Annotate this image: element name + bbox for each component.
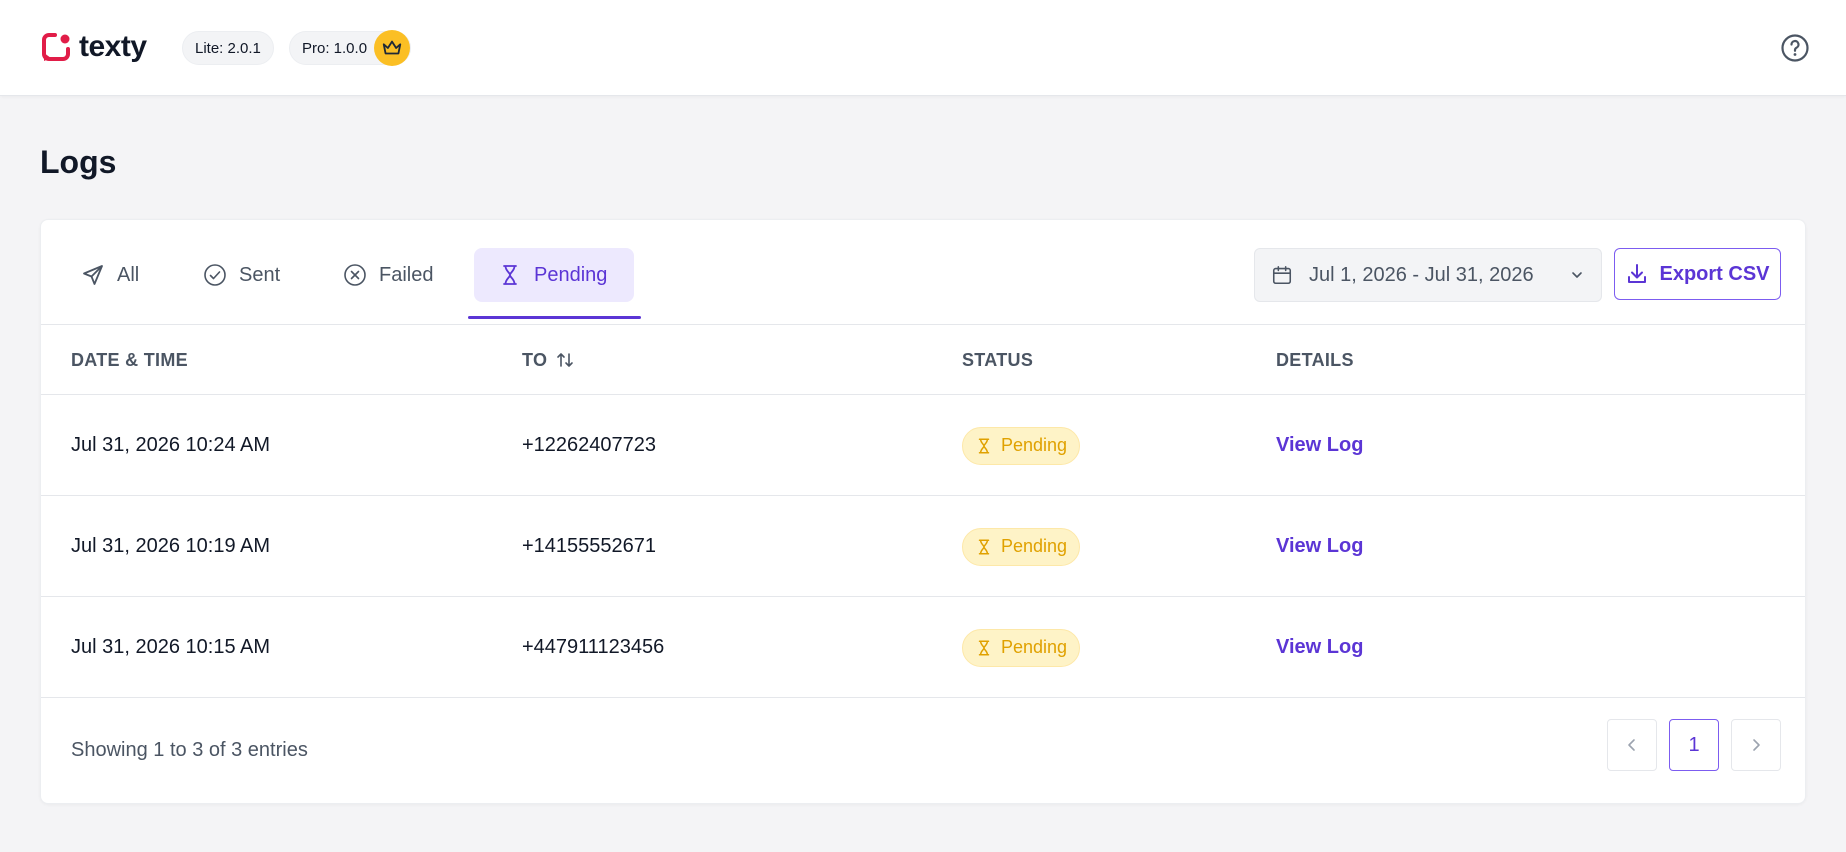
chevron-right-icon xyxy=(1753,739,1760,751)
tab-sent-label: Sent xyxy=(239,263,281,286)
tab-pending-label: Pending xyxy=(534,263,608,286)
pagination-page-button[interactable]: 1 xyxy=(1669,719,1719,771)
table-row: Jul 31, 2026 10:24 AM +12262407723 Pendi… xyxy=(41,395,1805,496)
table-header: DATE & TIME TO STATUS DETAILS xyxy=(41,325,1805,395)
view-log-link[interactable]: View Log xyxy=(1276,535,1363,558)
column-header-to-label: TO xyxy=(522,349,548,370)
pagination-prev-button[interactable] xyxy=(1607,719,1657,771)
column-header-status: STATUS xyxy=(962,325,1033,395)
pagination-next-button[interactable] xyxy=(1731,719,1781,771)
tab-sent[interactable]: Sent xyxy=(203,248,280,302)
status-badge-label: Pending xyxy=(1001,637,1068,657)
row-date: Jul 31, 2026 10:15 AM xyxy=(71,636,271,658)
hourglass-icon xyxy=(978,438,990,453)
active-tab-indicator xyxy=(468,316,641,319)
pagination-summary: Showing 1 to 3 of 3 entries xyxy=(71,738,308,761)
hourglass-icon xyxy=(503,265,517,285)
row-details: View Log xyxy=(1276,597,1363,698)
row-date: Jul 31, 2026 10:19 AM xyxy=(71,535,271,557)
row-recipient: +14155552671 xyxy=(522,535,657,557)
row-details: View Log xyxy=(1276,395,1363,496)
x-circle-icon xyxy=(344,264,366,286)
logs-toolbar: All Sent Failed Pending Jul 1, 2026 - Ju… xyxy=(41,220,1805,325)
tab-all[interactable]: All xyxy=(81,248,139,302)
view-log-link[interactable]: View Log xyxy=(1276,434,1363,457)
column-header-details: DETAILS xyxy=(1276,325,1354,395)
help-icon[interactable] xyxy=(1780,33,1810,63)
table-row: Jul 31, 2026 10:15 AM +447911123456 Pend… xyxy=(41,597,1805,698)
top-bar: texty Lite: 2.0.1 Pro: 1.0.0 xyxy=(0,0,1846,96)
status-badge: Pending xyxy=(962,628,1081,667)
row-recipient: +447911123456 xyxy=(522,636,665,658)
hourglass-icon xyxy=(978,640,990,655)
chevron-down-icon xyxy=(1572,272,1582,278)
row-details: View Log xyxy=(1276,496,1363,597)
status-badge: Pending xyxy=(962,426,1081,465)
check-circle-icon xyxy=(204,264,226,286)
column-header-date: DATE & TIME xyxy=(71,325,188,395)
logo-text: texty xyxy=(79,30,147,63)
chevron-left-icon xyxy=(1628,739,1635,751)
export-csv-label: Export CSV xyxy=(1659,262,1770,285)
tab-all-label: All xyxy=(117,263,140,286)
column-header-status-label: STATUS xyxy=(962,349,1034,370)
row-status: Pending xyxy=(962,496,1081,597)
view-log-link[interactable]: View Log xyxy=(1276,636,1363,659)
row-date: Jul 31, 2026 10:24 AM xyxy=(71,434,271,456)
texty-logo[interactable]: texty xyxy=(41,27,147,67)
column-header-details-label: DETAILS xyxy=(1276,349,1354,370)
sort-icon[interactable] xyxy=(555,350,575,370)
status-badge-label: Pending xyxy=(1001,435,1068,455)
tab-failed[interactable]: Failed xyxy=(343,248,433,302)
status-badge: Pending xyxy=(962,527,1081,566)
send-icon xyxy=(83,265,103,285)
crown-icon xyxy=(374,30,411,66)
calendar-icon xyxy=(1272,265,1292,285)
pro-version-badge: Pro: 1.0.0 xyxy=(289,30,412,66)
row-recipient: +12262407723 xyxy=(522,434,657,456)
download-icon xyxy=(1628,264,1647,283)
table-row: Jul 31, 2026 10:19 AM +14155552671 Pendi… xyxy=(41,496,1805,597)
logs-card: All Sent Failed Pending Jul 1, 2026 - Ju… xyxy=(40,219,1806,804)
status-badge-label: Pending xyxy=(1001,536,1068,556)
page-title: Logs xyxy=(40,144,117,180)
export-csv-button[interactable]: Export CSV xyxy=(1614,248,1781,300)
row-status: Pending xyxy=(962,597,1081,698)
row-status: Pending xyxy=(962,395,1081,496)
lite-version-label: Lite: 2.0.1 xyxy=(195,39,261,57)
tab-pending[interactable]: Pending xyxy=(474,248,634,302)
column-header-to[interactable]: TO xyxy=(522,325,575,395)
pro-version-label: Pro: 1.0.0 xyxy=(302,39,368,57)
date-range-value: Jul 1, 2026 - Jul 31, 2026 xyxy=(1309,263,1534,286)
date-range-picker[interactable]: Jul 1, 2026 - Jul 31, 2026 xyxy=(1254,248,1602,302)
lite-version-badge: Lite: 2.0.1 xyxy=(182,31,274,65)
texty-logo-icon xyxy=(42,33,70,61)
hourglass-icon xyxy=(978,539,990,554)
column-header-date-label: DATE & TIME xyxy=(71,349,188,370)
tab-failed-label: Failed xyxy=(379,263,434,286)
